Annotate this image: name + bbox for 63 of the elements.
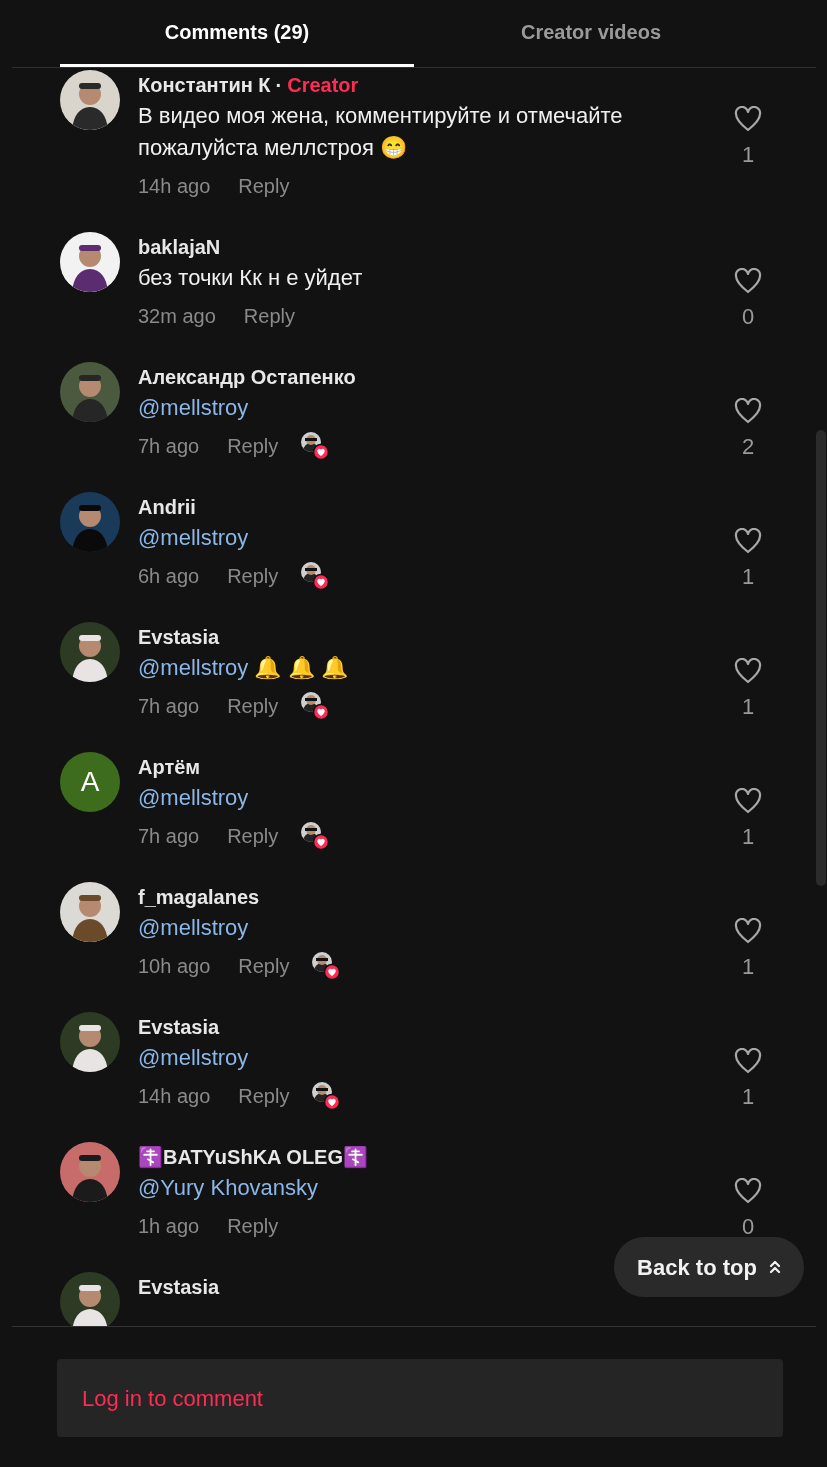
reply-link[interactable]: Reply <box>238 951 290 981</box>
reply-link[interactable]: Reply <box>227 821 279 851</box>
comment-text: @mellstroy 🔔 🔔 🔔 <box>138 654 349 682</box>
creator-label: Creator <box>287 73 359 98</box>
separator-dot: · <box>275 73 283 98</box>
username[interactable]: Константин К <box>138 70 271 100</box>
reply-link[interactable]: Reply <box>227 561 279 591</box>
like-icon[interactable] <box>734 918 762 944</box>
username[interactable]: Артём <box>138 752 201 782</box>
comment-text: @mellstroy <box>138 914 250 942</box>
reply-link[interactable]: Reply <box>227 431 279 461</box>
comment-text: @mellstroy <box>138 1044 250 1072</box>
like-count: 1 <box>741 823 755 851</box>
scrollbar-thumb[interactable] <box>816 430 826 886</box>
timestamp: 32m ago <box>138 304 216 329</box>
username[interactable]: Andrii <box>138 492 196 522</box>
comment-text: @mellstroy <box>138 784 250 812</box>
username[interactable]: f_magalanes <box>138 882 260 912</box>
like-icon[interactable] <box>734 398 762 424</box>
username[interactable]: Evstasia <box>138 622 220 652</box>
username[interactable]: Evstasia <box>138 1012 220 1042</box>
like-icon[interactable] <box>734 1178 762 1204</box>
like-count: 2 <box>741 433 755 461</box>
tab[interactable]: Comments (29) <box>60 0 414 67</box>
timestamp: 1h ago <box>138 1214 200 1239</box>
username[interactable]: Evstasia <box>138 1272 220 1302</box>
like-count: 1 <box>741 953 755 981</box>
like-count: 1 <box>741 1083 755 1111</box>
timestamp: 6h ago <box>138 564 200 589</box>
username[interactable]: baklajaN <box>138 232 221 262</box>
like-icon[interactable] <box>734 788 762 814</box>
like-count: 1 <box>741 141 755 169</box>
reply-link[interactable]: Reply <box>227 1211 279 1241</box>
comment-text: В видео моя жена, комментируйте и отмечайте пожалуйста меллстроя 😁 <box>138 102 624 162</box>
like-icon[interactable] <box>734 1048 762 1074</box>
double-chevron-up-icon <box>768 1259 781 1275</box>
like-icon[interactable] <box>734 528 762 554</box>
like-count: 1 <box>741 563 755 591</box>
like-icon[interactable] <box>734 658 762 684</box>
reply-link[interactable]: Reply <box>243 301 295 331</box>
like-icon[interactable] <box>734 268 762 294</box>
timestamp: 14h ago <box>138 174 211 199</box>
username[interactable]: ☦BATYuShKA OLEG☦ <box>138 1142 368 1172</box>
username[interactable]: Александр Остапенко <box>138 362 356 392</box>
login-to-comment-field[interactable]: Log in to comment <box>57 1359 783 1437</box>
like-count: 0 <box>741 303 755 331</box>
reply-link[interactable]: Reply <box>238 171 290 201</box>
comment-text: @mellstroy <box>138 524 250 552</box>
tab[interactable]: Creator videos <box>414 0 768 67</box>
timestamp: 10h ago <box>138 954 211 979</box>
like-icon[interactable] <box>734 106 762 132</box>
reply-link[interactable]: Reply <box>238 1081 290 1111</box>
comment-text: @Yury Khovansky <box>138 1174 320 1202</box>
reply-link[interactable]: Reply <box>227 691 279 721</box>
comment-text: без точки Кк н е уйдет <box>138 264 364 292</box>
timestamp: 7h ago <box>138 694 200 719</box>
timestamp: 7h ago <box>138 824 200 849</box>
comment-text: @mellstroy <box>138 394 250 422</box>
timestamp: 7h ago <box>138 434 200 459</box>
avatar-letter: A <box>60 752 120 812</box>
like-count: 1 <box>741 693 755 721</box>
back-to-top-button[interactable]: Back to top <box>614 1237 804 1297</box>
timestamp: 14h ago <box>138 1084 211 1109</box>
